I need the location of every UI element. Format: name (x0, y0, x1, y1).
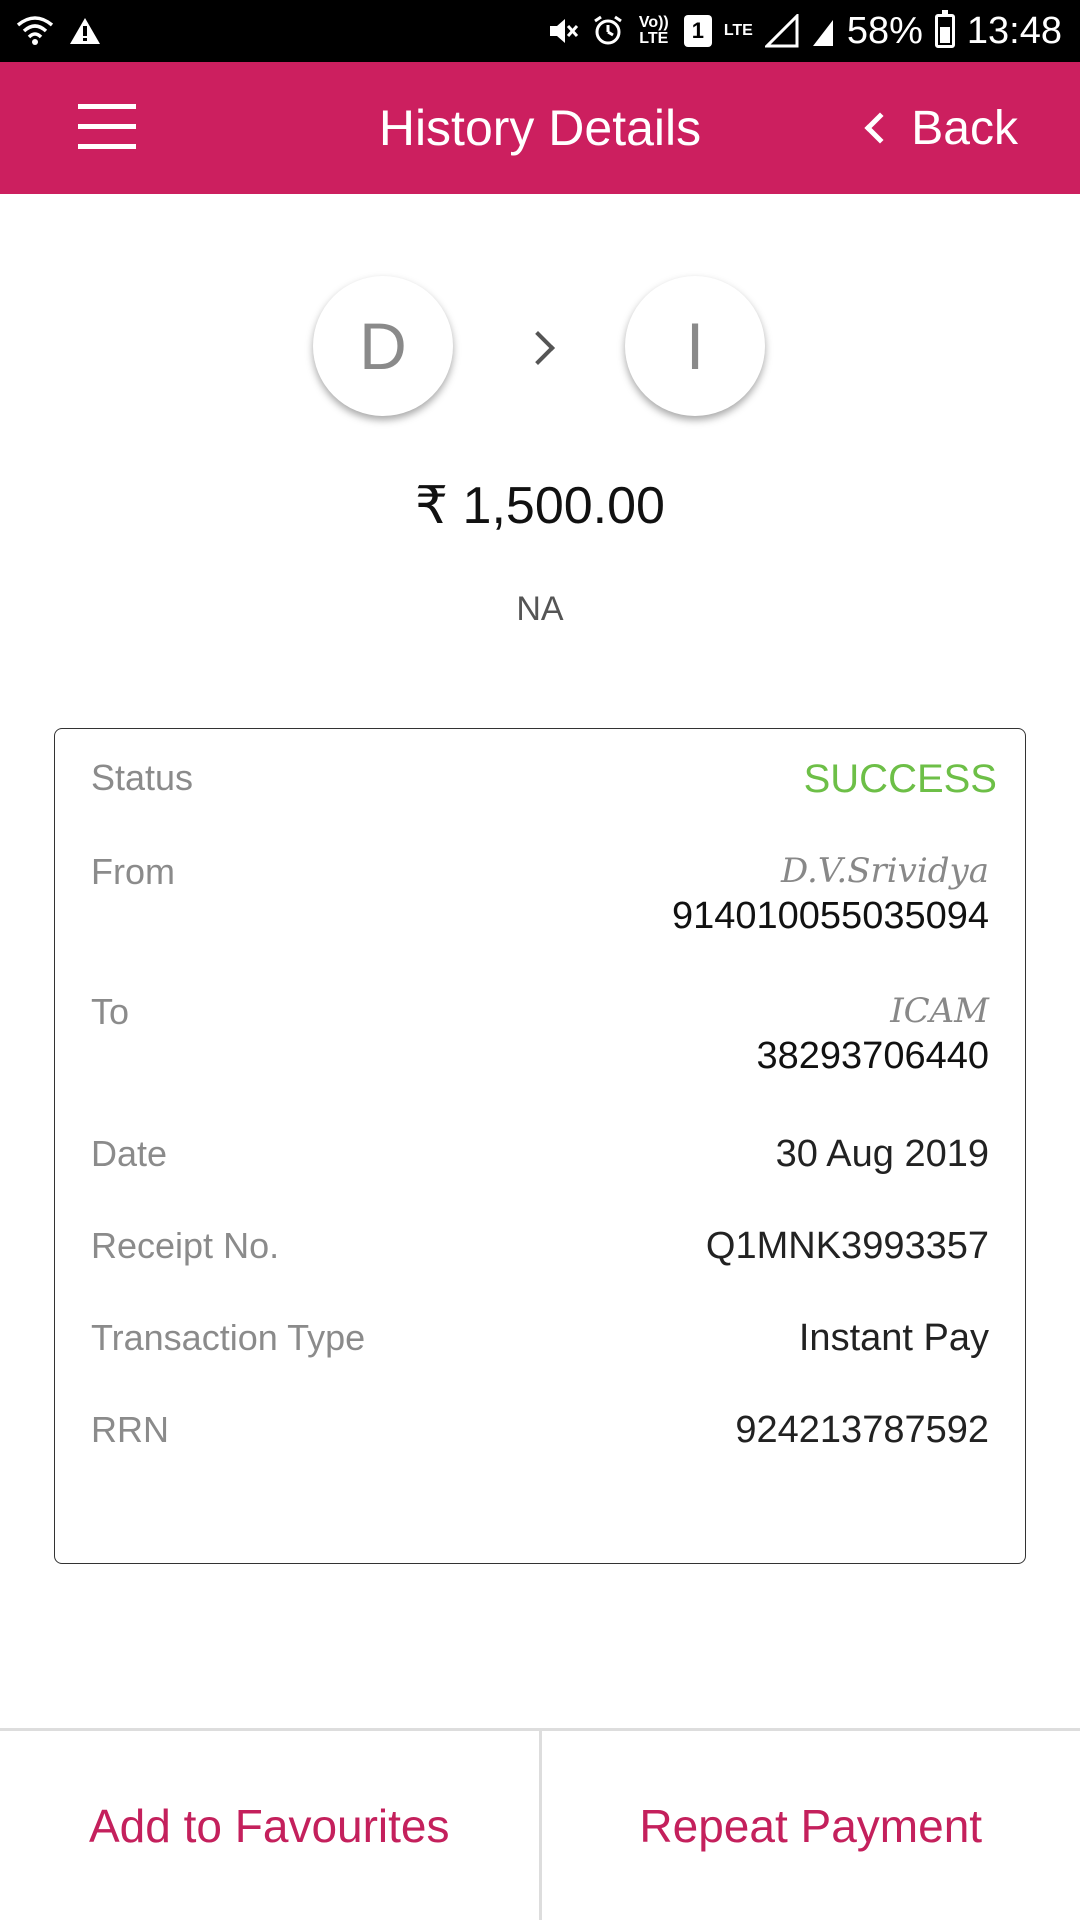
date-label: Date (91, 1133, 168, 1174)
details-card: Status SUCCESS From D.V.Srividya 9140100… (54, 728, 1026, 1564)
from-account: 914010055035094 (671, 895, 989, 937)
bottom-action-bar: Add to Favourites Repeat Payment (0, 1728, 1080, 1920)
from-label: From (91, 851, 175, 892)
status-bar-right: Vo)) LTE 1 LTE 58% 13:48 (546, 0, 1062, 62)
app-header: History Details Back (0, 62, 1080, 194)
transaction-type-label: Transaction Type (91, 1317, 366, 1358)
receipt-value: Q1MNK3993357 (705, 1225, 989, 1267)
from-value: D.V.Srividya 914010055035094 (672, 851, 989, 938)
status-bar-left (16, 0, 102, 62)
to-value: ICAM 38293706440 (757, 991, 989, 1078)
lte-signal-icon (764, 14, 799, 48)
mute-icon (546, 15, 580, 47)
to-avatar: I (625, 276, 765, 416)
repeat-payment-button[interactable]: Repeat Payment (538, 1731, 1080, 1920)
lte-label: LTE (723, 22, 753, 39)
to-label: To (91, 991, 130, 1032)
receipt-label: Receipt No. (91, 1225, 280, 1266)
chevron-left-icon (864, 112, 896, 144)
status-badge: SUCCESS (803, 757, 997, 801)
signal-icon (811, 14, 835, 48)
to-account: 38293706440 (756, 1035, 989, 1077)
rrn-value: 924213787592 (735, 1409, 989, 1451)
arrow-right-icon (521, 331, 555, 365)
transaction-amount: ₹ 1,500.00 (415, 477, 665, 535)
date-value: 30 Aug 2019 (775, 1133, 989, 1175)
clock: 13:48 (966, 9, 1062, 52)
warning-icon (68, 16, 102, 46)
back-button[interactable]: Back (864, 62, 1018, 194)
volte-icon: Vo)) LTE (638, 14, 669, 47)
status-label: Status (91, 757, 194, 798)
status-bar: Vo)) LTE 1 LTE 58% 13:48 (0, 0, 1080, 62)
wifi-icon (16, 15, 54, 47)
battery-percent: 58% (846, 9, 923, 52)
from-avatar: D (313, 276, 453, 416)
sim-icon: 1 (683, 15, 712, 47)
transaction-type-value: Instant Pay (798, 1317, 989, 1359)
rrn-label: RRN (91, 1409, 169, 1450)
from-name: D.V.Srividya (780, 851, 989, 891)
add-to-favourites-button[interactable]: Add to Favourites (0, 1731, 539, 1920)
alarm-icon (592, 15, 624, 47)
battery-icon (934, 10, 955, 48)
to-name: ICAM (890, 991, 989, 1031)
back-label: Back (911, 101, 1018, 155)
transaction-remark: NA (516, 590, 564, 628)
